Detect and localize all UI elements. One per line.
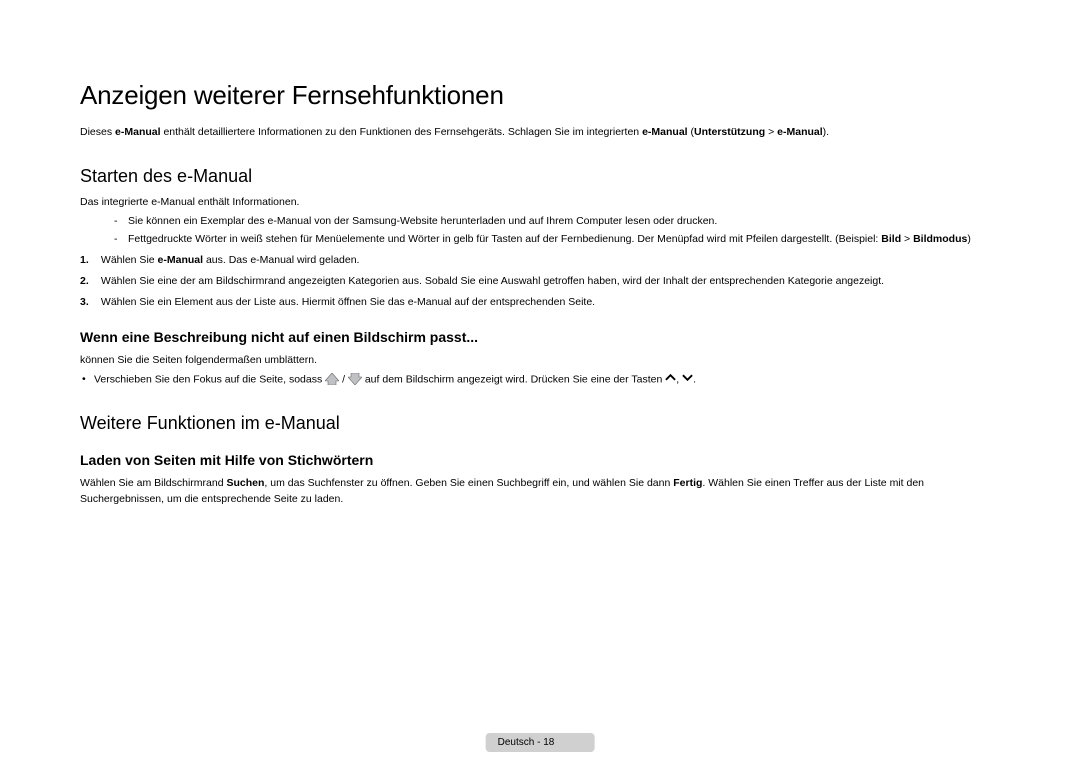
step-number: 2. (80, 274, 98, 289)
section-heading-weitere: Weitere Funktionen im e-Manual (80, 413, 1000, 434)
page-title: Anzeigen weiterer Fernsehfunktionen (80, 80, 1000, 111)
text: ) (967, 233, 971, 245)
bold-text: Bild (881, 233, 901, 245)
subsection-heading-beschreibung: Wenn eine Beschreibung nicht auf einen B… (80, 329, 1000, 345)
section1-intro: Das integrierte e-Manual enthält Informa… (80, 195, 1000, 210)
text: > (765, 126, 777, 138)
bold-text: Bildmodus (913, 233, 967, 245)
bold-text: Fertig (673, 477, 702, 489)
text: enthält detailliertere Informationen zu … (161, 126, 643, 138)
bold-text: e-Manual (158, 254, 204, 266)
subsection-heading-stichwoerter: Laden von Seiten mit Hilfe von Stichwört… (80, 452, 1000, 468)
text: Wählen Sie (98, 254, 158, 266)
list-item: 2. Wählen Sie eine der am Bildschirmrand… (80, 274, 1000, 289)
step-number: 3. (80, 295, 98, 310)
section-heading-starten: Starten des e-Manual (80, 166, 1000, 187)
steps-list: 1. Wählen Sie e-Manual aus. Das e-Manual… (80, 253, 1000, 311)
text: ). (823, 126, 829, 138)
chevron-down-icon (682, 372, 693, 387)
text: auf dem Bildschirm angezeigt wird. Drück… (365, 373, 665, 385)
sub1-paragraph: können Sie die Seiten folgendermaßen umb… (80, 353, 1000, 368)
chevron-up-icon (665, 372, 676, 387)
intro-paragraph: Dieses e-Manual enthält detailliertere I… (80, 125, 1000, 140)
bold-text: e-Manual (777, 126, 823, 138)
text: Wählen Sie ein Element aus der Liste aus… (98, 296, 595, 308)
page-down-icon (348, 373, 362, 385)
text: Verschieben Sie den Fokus auf die Seite,… (94, 373, 325, 385)
text: Wählen Sie am Bildschirmrand (80, 477, 226, 489)
list-item: Sie können ein Exemplar des e-Manual von… (114, 214, 1000, 229)
text: Wählen Sie eine der am Bildschirmrand an… (98, 275, 884, 287)
text: Fettgedruckte Wörter in weiß stehen für … (128, 233, 881, 245)
list-item: Verschieben Sie den Fokus auf die Seite,… (80, 372, 1000, 388)
text: . (693, 373, 696, 385)
text: > (901, 233, 913, 245)
section2-paragraph: Wählen Sie am Bildschirmrand Suchen, um … (80, 476, 1000, 506)
bold-text: e-Manual (115, 126, 161, 138)
list-item: 1. Wählen Sie e-Manual aus. Das e-Manual… (80, 253, 1000, 268)
bold-text: Suchen (226, 477, 264, 489)
page-content: Anzeigen weiterer Fernsehfunktionen Dies… (0, 0, 1080, 780)
list-item: 3. Wählen Sie ein Element aus der Liste … (80, 295, 1000, 310)
bold-text: e-Manual (642, 126, 688, 138)
dash-list: Sie können ein Exemplar des e-Manual von… (80, 214, 1000, 246)
bullet-list: Verschieben Sie den Fokus auf die Seite,… (80, 372, 1000, 388)
text: , um das Suchfenster zu öffnen. Geben Si… (264, 477, 673, 489)
text: aus. Das e-Manual wird geladen. (203, 254, 359, 266)
bold-text: Unterstützung (694, 126, 765, 138)
page-up-icon (325, 373, 339, 385)
page-footer: Deutsch - 18 (486, 733, 595, 752)
list-item: Fettgedruckte Wörter in weiß stehen für … (114, 232, 1000, 247)
step-number: 1. (80, 253, 98, 268)
text: Dieses (80, 126, 115, 138)
text: Sie können ein Exemplar des e-Manual von… (128, 215, 717, 227)
